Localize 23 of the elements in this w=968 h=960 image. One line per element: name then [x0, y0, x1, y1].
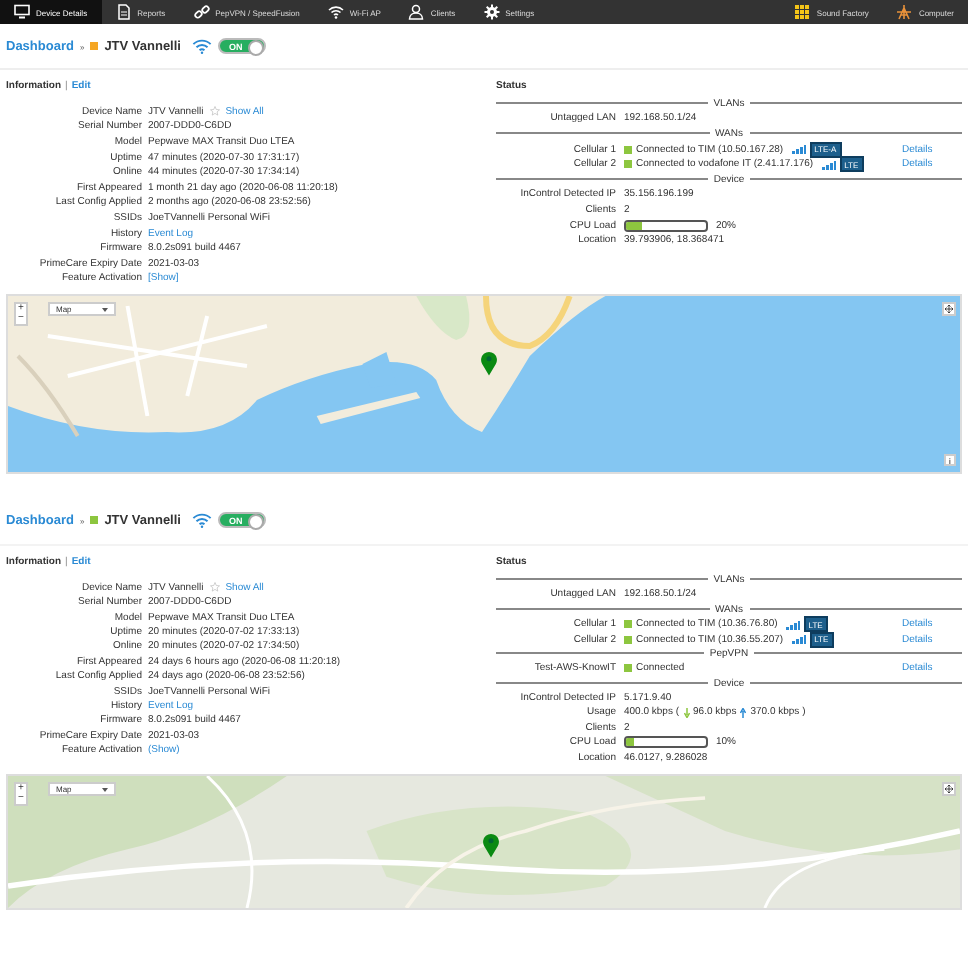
person-icon — [408, 4, 425, 20]
document-icon — [115, 4, 132, 20]
star-icon[interactable] — [209, 582, 220, 593]
grid-icon — [794, 4, 811, 20]
monitor-icon — [14, 4, 30, 20]
wifi-icon — [192, 38, 213, 54]
tower-icon — [896, 4, 913, 20]
signal-bars-icon — [791, 144, 806, 155]
fullscreen-button[interactable] — [942, 302, 956, 317]
signal-bars-icon — [791, 634, 806, 645]
up-arrow-icon — [740, 707, 747, 718]
caret-icon — [102, 787, 108, 792]
map-pin-icon[interactable] — [482, 832, 500, 859]
map-pin-icon[interactable] — [480, 350, 498, 377]
signal-bars-icon — [785, 619, 800, 630]
wifi-icon — [327, 4, 344, 20]
chain-link-icon — [193, 4, 210, 20]
down-arrow-icon — [683, 707, 690, 718]
star-icon[interactable] — [209, 106, 220, 117]
caret-icon — [102, 307, 108, 312]
fullscreen-button[interactable] — [942, 782, 956, 797]
wifi-icon — [192, 512, 213, 529]
signal-bars-icon — [821, 159, 836, 170]
